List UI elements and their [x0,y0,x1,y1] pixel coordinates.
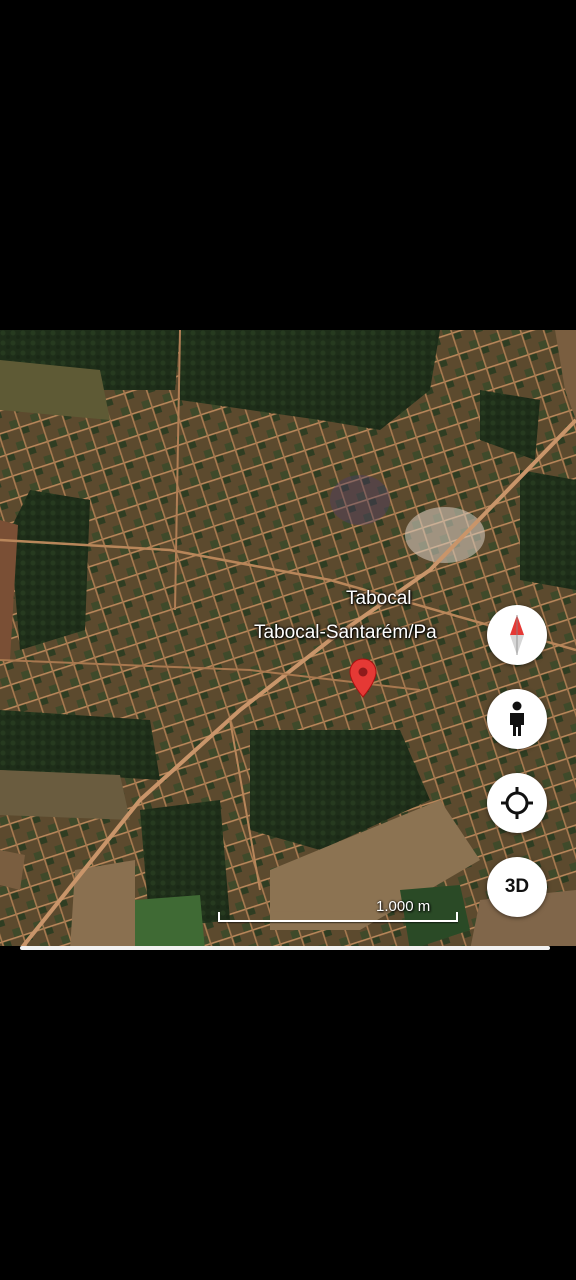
place-label: Tabocal [346,588,412,609]
my-location-icon [501,787,533,819]
satellite-map[interactable]: Tabocal Tabocal-Santarém/Pa 3D 1.000 m [0,330,576,950]
street-view-button[interactable] [487,689,547,749]
location-marker-icon[interactable] [349,658,377,698]
compass-icon [510,615,524,655]
bottom-sheet-edge [0,946,576,952]
street-view-person-icon [510,701,524,736]
3d-toggle-button[interactable]: 3D [487,857,547,917]
scale-label: 1.000 m [376,898,431,915]
my-location-button[interactable] [487,773,547,833]
scale-bar: 1.000 m [218,898,458,922]
place-sublabel: Tabocal-Santarém/Pa [254,622,437,643]
compass-button[interactable] [487,605,547,665]
